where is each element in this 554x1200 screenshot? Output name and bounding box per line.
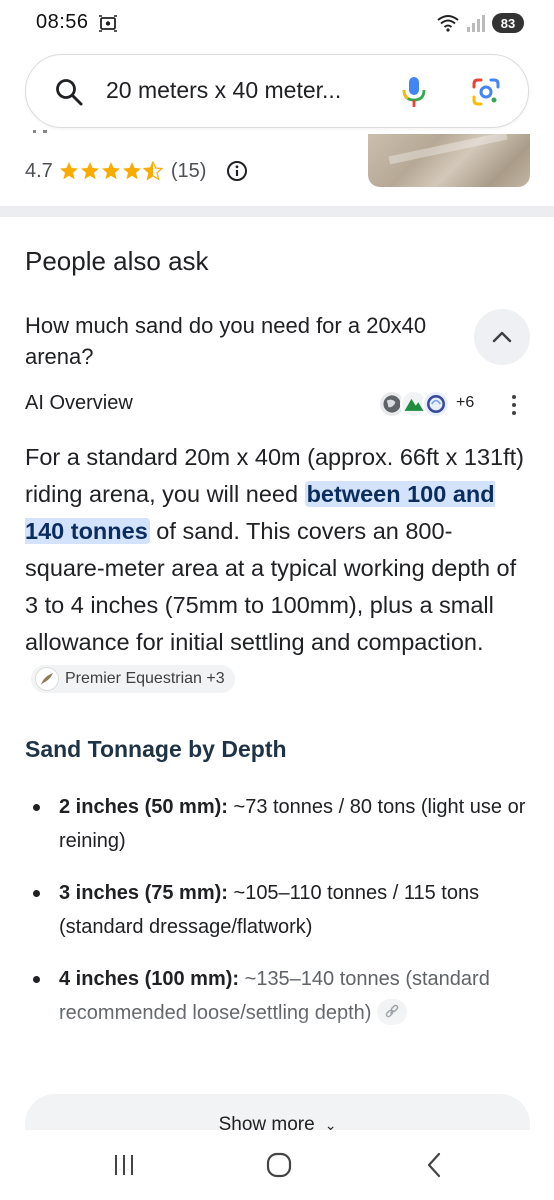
list-item: 3 inches (75 mm): ~105–110 tonnes / 115 …	[25, 876, 530, 944]
ai-overview-text: For a standard 20m x 40m (approx. 66ft x…	[25, 439, 525, 698]
star-icon	[80, 162, 99, 180]
rating-row: 4.7 (15)	[25, 156, 248, 186]
system-nav-bar	[0, 1130, 554, 1200]
home-icon	[266, 1152, 292, 1178]
truncated-text-fragment	[33, 130, 47, 133]
ai-overview-header: AI Overview +6	[25, 390, 530, 420]
list-item-bold: 2 inches (50 mm):	[59, 796, 228, 818]
section-divider	[0, 206, 554, 217]
recents-button[interactable]	[104, 1148, 144, 1182]
bullet-dot	[33, 804, 40, 811]
review-count: (15)	[170, 159, 207, 182]
bullet-dot	[33, 890, 40, 897]
star-rating	[59, 161, 163, 181]
back-button[interactable]	[414, 1148, 454, 1182]
chevron-up-icon	[492, 331, 512, 343]
more-vert-icon[interactable]	[508, 392, 520, 418]
site-source-icon	[422, 390, 450, 418]
star-icon	[101, 162, 120, 180]
people-also-ask-title: People also ask	[25, 246, 209, 276]
list-item-bold: 4 inches (100 mm):	[59, 968, 240, 990]
result-thumbnail[interactable]	[368, 134, 530, 187]
home-button[interactable]	[259, 1148, 299, 1182]
status-indicators: 83	[436, 12, 524, 34]
collapse-button[interactable]	[474, 309, 530, 365]
section-heading: Sand Tonnage by Depth	[25, 736, 287, 762]
bullet-dot	[33, 976, 40, 983]
kebab-dot	[512, 395, 516, 399]
content-fade	[0, 1010, 554, 1100]
source-chip-label: Premier Equestrian +3	[65, 670, 225, 688]
status-time: 08:56	[36, 11, 89, 33]
list-item: 2 inches (50 mm): ~73 tonnes / 80 tons (…	[25, 790, 530, 858]
info-icon[interactable]	[226, 160, 248, 182]
more-sources-count[interactable]: +6	[456, 394, 474, 412]
thumbnail-texture	[388, 134, 508, 165]
list-item-bold: 3 inches (75 mm):	[59, 882, 228, 904]
recents-icon	[115, 1155, 133, 1175]
ai-overview-label: AI Overview	[25, 392, 133, 414]
google-lens-icon[interactable]	[470, 76, 502, 108]
rating-value: 4.7	[25, 159, 53, 182]
search-bar[interactable]: 20 meters x 40 meter...	[25, 54, 529, 128]
paa-question[interactable]: How much sand do you need for a 20x40 ar…	[25, 310, 445, 372]
star-icon	[122, 162, 141, 180]
mic-icon[interactable]	[398, 75, 430, 109]
status-bar: 08:56 83	[0, 0, 554, 46]
kebab-dot	[512, 411, 516, 415]
search-input[interactable]: 20 meters x 40 meter...	[106, 77, 376, 104]
source-icons[interactable]	[378, 390, 452, 420]
search-icon[interactable]	[54, 77, 84, 107]
half-star-icon	[142, 161, 163, 181]
star-icon	[59, 162, 78, 180]
wifi-icon	[437, 15, 459, 32]
feather-source-icon	[35, 666, 59, 691]
source-chip[interactable]: Premier Equestrian +3	[31, 664, 235, 693]
kebab-dot	[512, 403, 516, 407]
back-icon	[427, 1152, 441, 1178]
screen-record-icon	[99, 15, 117, 32]
signal-icon	[467, 15, 485, 32]
battery-indicator: 83	[492, 13, 524, 33]
